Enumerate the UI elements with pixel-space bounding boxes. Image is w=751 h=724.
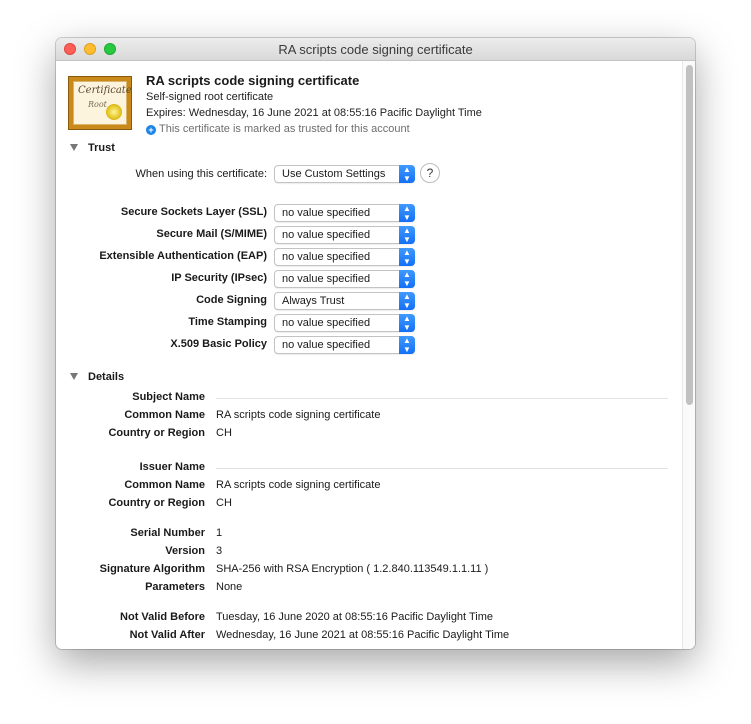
chevron-updown-icon: ▲ ▼ <box>399 270 415 288</box>
certificate-expiry: Expires: Wednesday, 16 June 2021 at 08:5… <box>146 107 482 119</box>
window-title: RA scripts code signing certificate <box>278 42 473 57</box>
trust-policy-popup[interactable]: no value specified ▲ ▼ <box>274 314 415 332</box>
trust-policy-label: Time Stamping <box>188 316 267 328</box>
details-disclosure[interactable]: Details <box>70 371 124 383</box>
trust-policy-label: Code Signing <box>196 294 267 306</box>
trust-policy-value: no value specified <box>282 251 371 263</box>
chevron-updown-icon: ▲ ▼ <box>399 314 415 332</box>
trust-policy-value: no value specified <box>282 339 371 351</box>
detail-value: Tuesday, 16 June 2020 at 08:55:16 Pacifi… <box>216 611 493 623</box>
chevron-updown-icon: ▲ ▼ <box>399 165 415 183</box>
details-section-label: Details <box>88 371 125 383</box>
when-using-popup[interactable]: Use Custom Settings ▲ ▼ <box>274 165 415 183</box>
chevron-updown-icon: ▲ ▼ <box>399 226 415 244</box>
certificate-icon: Certificate Root <box>68 76 132 130</box>
detail-value: RA scripts code signing certificate <box>216 409 381 421</box>
trusted-note: + This certificate is marked as trusted f… <box>146 123 410 135</box>
detail-label: Version <box>165 545 205 557</box>
detail-value: RA scripts code signing certificate <box>216 479 381 491</box>
trust-policy-value: no value specified <box>282 207 371 219</box>
trusted-note-text: This certificate is marked as trusted fo… <box>159 123 410 135</box>
detail-value: 3 <box>216 545 223 557</box>
trust-section-label: Trust <box>88 142 115 154</box>
certificate-name: RA scripts code signing certificate <box>146 73 360 88</box>
trust-policy-popup[interactable]: no value specified ▲ ▼ <box>274 248 415 266</box>
help-button[interactable]: ? <box>420 163 440 183</box>
detail-label: Common Name <box>124 409 205 421</box>
certificate-icon-subtext: Root <box>88 100 107 109</box>
detail-label: Not Valid Before <box>120 611 205 623</box>
trust-policy-popup[interactable]: no value specified ▲ ▼ <box>274 270 415 288</box>
trust-policy-popup[interactable]: no value specified ▲ ▼ <box>274 336 415 354</box>
trust-policy-label: IP Security (IPsec) <box>171 272 267 284</box>
trust-policy-label: Secure Mail (S/MIME) <box>156 228 267 240</box>
detail-value: None <box>216 581 243 593</box>
certificate-type: Self-signed root certificate <box>146 91 274 103</box>
trust-policy-popup[interactable]: no value specified ▲ ▼ <box>274 204 415 222</box>
detail-value: Wednesday, 16 June 2021 at 08:55:16 Paci… <box>216 629 510 641</box>
certificate-window: RA scripts code signing certificate Cert… <box>56 38 695 649</box>
detail-value: SHA-256 with RSA Encryption ( 1.2.840.11… <box>216 563 489 575</box>
disclosure-triangle-icon <box>70 373 78 380</box>
detail-label: Country or Region <box>108 497 205 509</box>
title-bar[interactable]: RA scripts code signing certificate <box>56 38 695 61</box>
chevron-updown-icon: ▲ ▼ <box>399 204 415 222</box>
detail-value: CH <box>216 427 232 439</box>
detail-value: 1 <box>216 527 223 539</box>
detail-label: Signature Algorithm <box>99 563 205 575</box>
detail-label: Country or Region <box>108 427 205 439</box>
detail-label: Issuer Name <box>139 461 205 473</box>
trust-policy-label: X.509 Basic Policy <box>170 338 267 350</box>
seal-icon <box>106 104 122 120</box>
detail-label: Not Valid After <box>129 629 205 641</box>
detail-label: Parameters <box>145 581 205 593</box>
section-divider <box>216 398 668 399</box>
trust-policy-value: no value specified <box>282 317 371 329</box>
detail-value: CH <box>216 497 232 509</box>
chevron-updown-icon: ▲ ▼ <box>399 336 415 354</box>
trust-disclosure[interactable]: Trust <box>70 142 115 154</box>
trust-policy-popup[interactable]: no value specified ▲ ▼ <box>274 226 415 244</box>
chevron-updown-icon: ▲ ▼ <box>399 248 415 266</box>
detail-label: Subject Name <box>132 391 205 403</box>
when-using-label: When using this certificate: <box>135 168 267 180</box>
trust-policy-value: no value specified <box>282 229 371 241</box>
section-divider <box>216 468 668 469</box>
trust-policy-value: no value specified <box>282 273 371 285</box>
detail-label: Common Name <box>124 479 205 491</box>
when-using-value: Use Custom Settings <box>282 168 386 180</box>
vertical-scrollbar[interactable] <box>682 61 695 649</box>
chevron-updown-icon: ▲ ▼ <box>399 292 415 310</box>
scroll-thumb[interactable] <box>686 65 693 405</box>
trust-policy-value: Always Trust <box>282 295 345 307</box>
trust-policy-label: Secure Sockets Layer (SSL) <box>120 206 267 218</box>
disclosure-triangle-icon <box>70 144 78 151</box>
plus-circle-icon: + <box>146 125 156 135</box>
detail-label: Serial Number <box>130 527 205 539</box>
certificate-content: Certificate Root RA scripts code signing… <box>56 61 695 649</box>
certificate-icon-text: Certificate <box>78 85 132 96</box>
trust-policy-popup[interactable]: Always Trust ▲ ▼ <box>274 292 415 310</box>
trust-policy-label: Extensible Authentication (EAP) <box>99 250 267 262</box>
